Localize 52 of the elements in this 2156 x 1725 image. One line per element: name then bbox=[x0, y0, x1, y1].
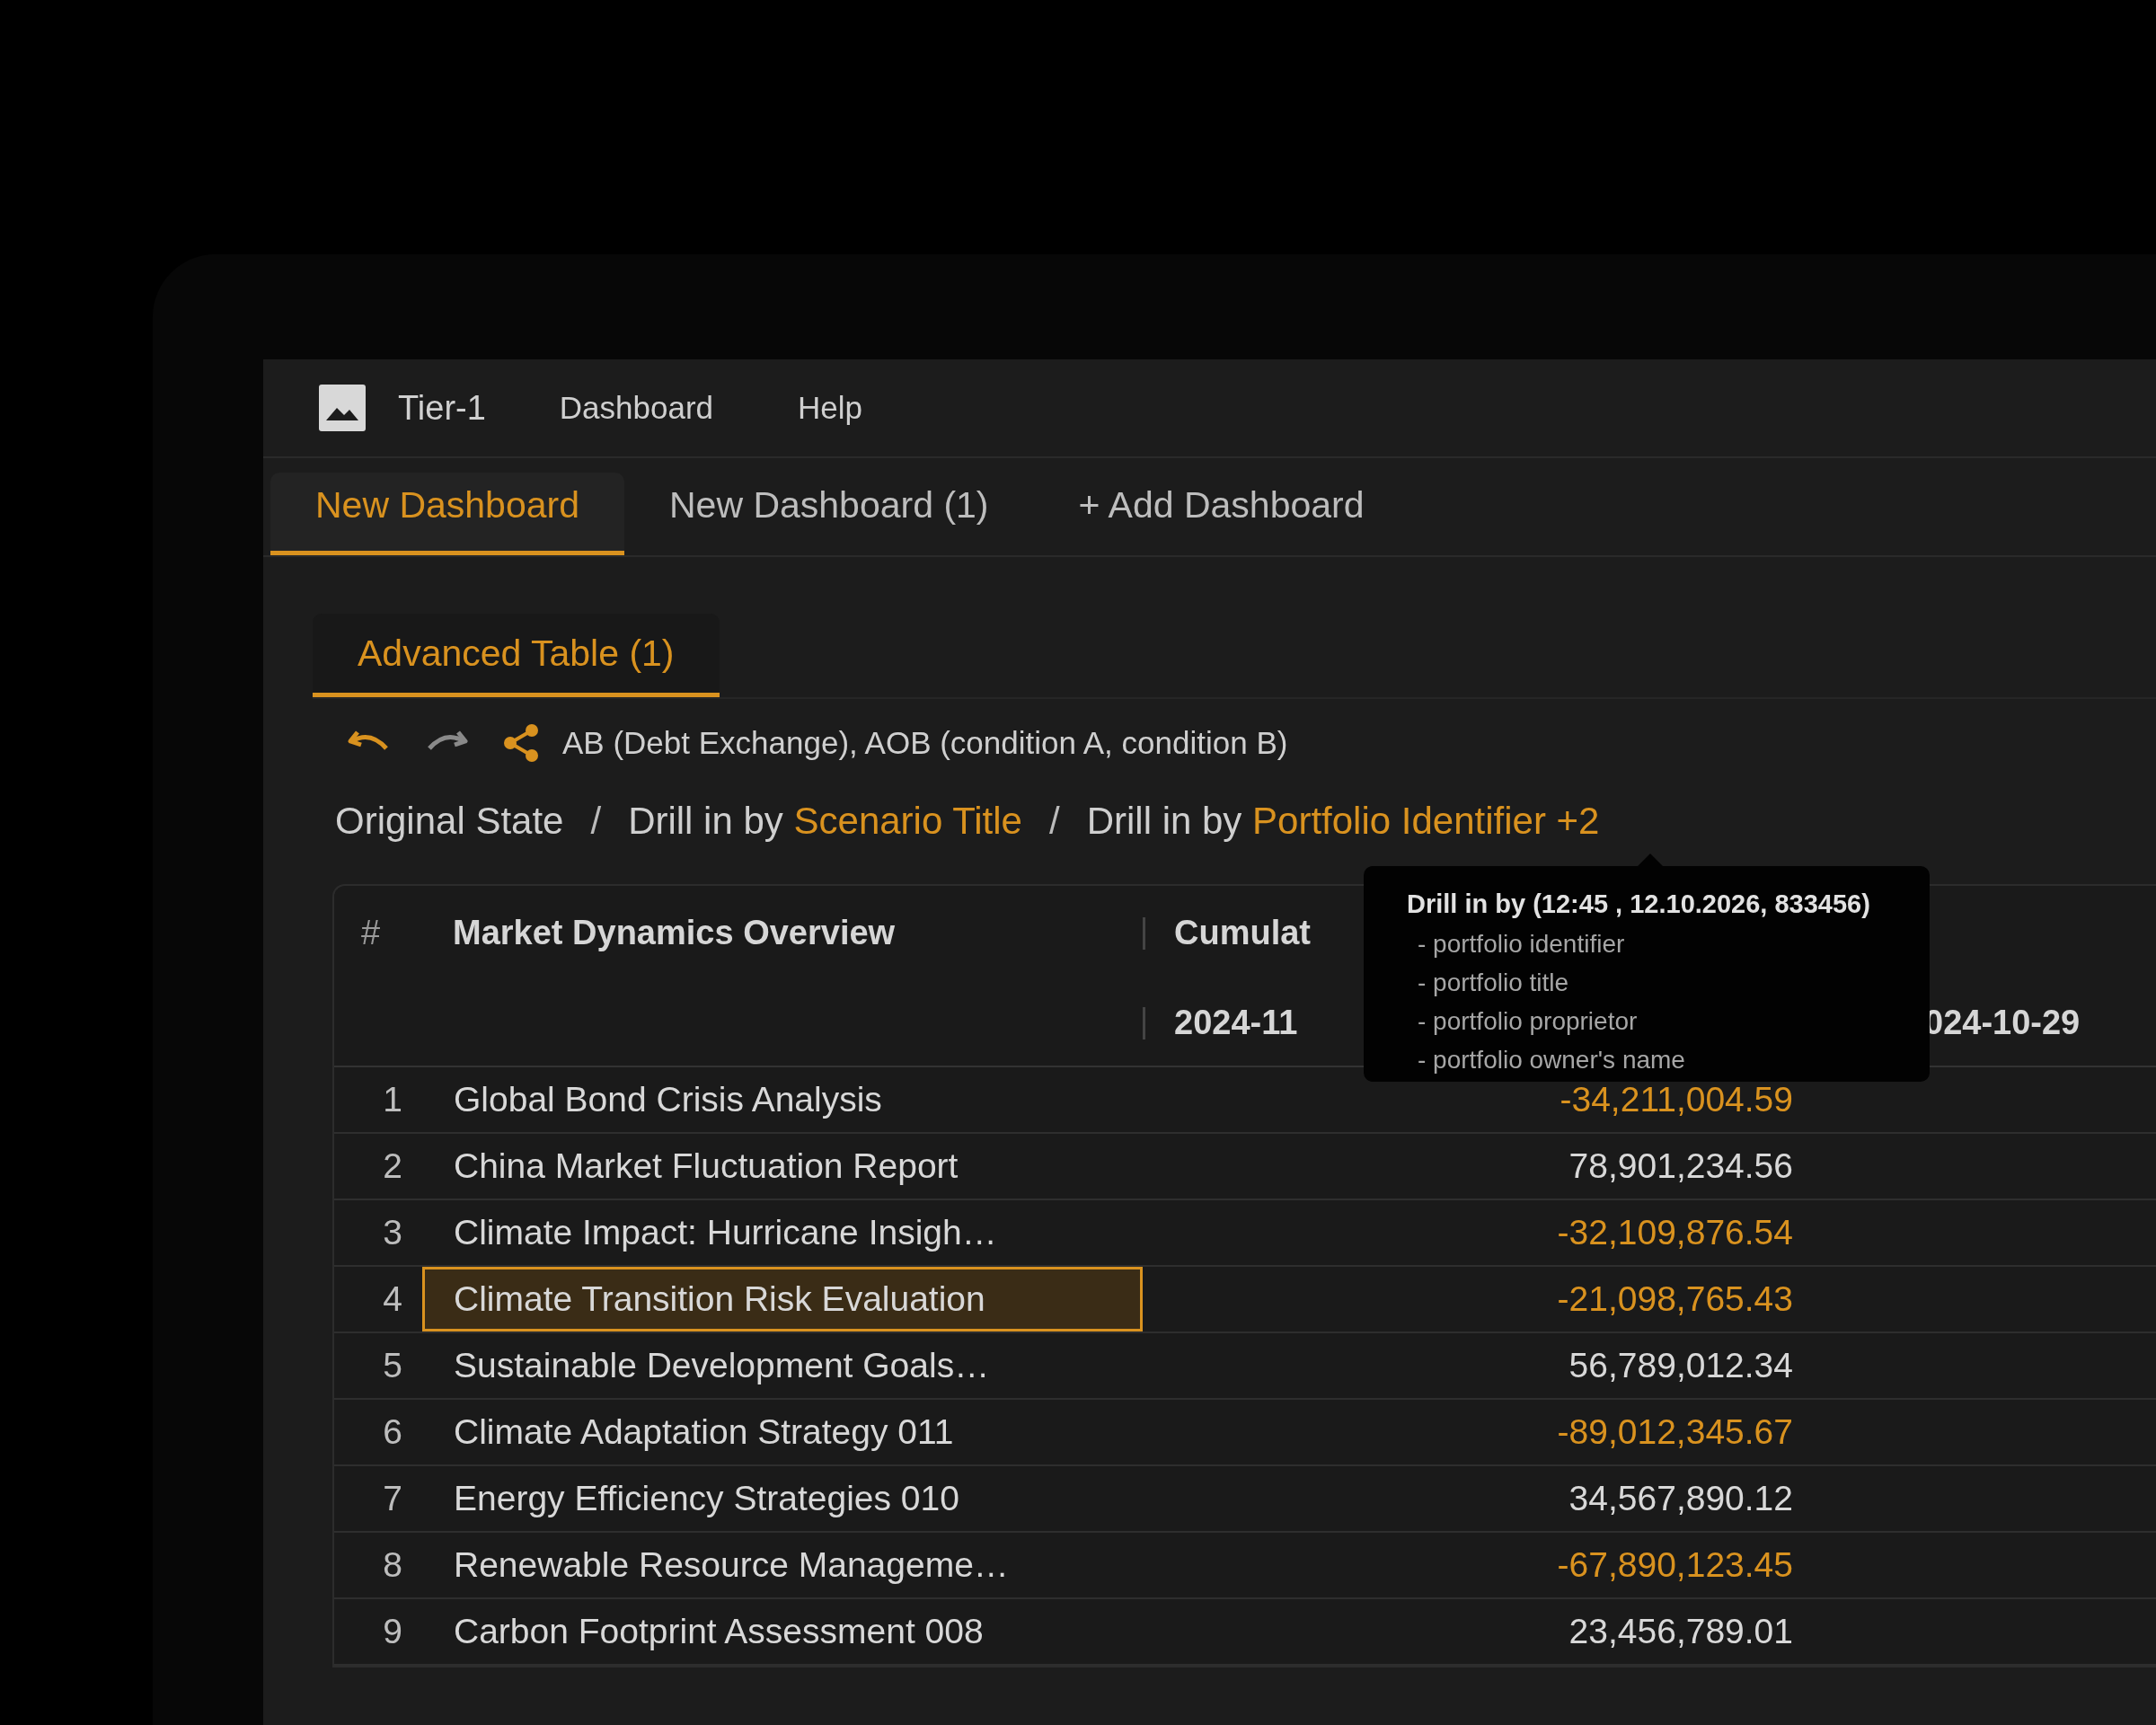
table-cell[interactable]: Carbon Footprint Assessment 008 bbox=[422, 1599, 1143, 1664]
share-icon[interactable] bbox=[501, 723, 541, 763]
table-cell[interactable]: China Market Fluctuation Report bbox=[422, 1134, 1143, 1199]
table-cell-text: -34,211,004.59 bbox=[1559, 1080, 1794, 1119]
column-header: # bbox=[360, 914, 382, 952]
table-cell-text: -32,109,876.54 bbox=[1556, 1213, 1794, 1252]
row-number: 3 bbox=[382, 1213, 403, 1252]
row-number: 6 bbox=[382, 1412, 403, 1452]
breadcrumb-item[interactable]: Original State bbox=[335, 800, 564, 843]
breadcrumb-separator: / bbox=[590, 800, 602, 843]
dashboard-tab[interactable]: New Dashboard (1) bbox=[624, 473, 1034, 555]
table-cell[interactable]: Sustainable Development Goals… bbox=[422, 1333, 1143, 1398]
table-cell[interactable]: Renewable Resource Manageme… bbox=[422, 1533, 1143, 1597]
row-number: 9 bbox=[382, 1612, 403, 1651]
table-cell-text: 34,567,890.12 bbox=[1568, 1479, 1794, 1518]
menu-item[interactable]: Help bbox=[798, 390, 863, 426]
dashboard-tab[interactable]: + Add Dashboard bbox=[1033, 473, 1409, 555]
app-name: Tier-1 bbox=[398, 388, 486, 428]
row-number: 5 bbox=[382, 1346, 403, 1385]
tooltip-item: - portfolio identifier bbox=[1417, 929, 1626, 960]
table-cell[interactable]: Climate Impact: Hurricane Insigh… bbox=[422, 1200, 1143, 1265]
breadcrumb-item[interactable]: Drill in by Portfolio Identifier +2 bbox=[1086, 800, 1600, 843]
table-cell-text: -67,890,123.45 bbox=[1556, 1545, 1794, 1585]
tooltip-item: - portfolio owner's name bbox=[1417, 1045, 1686, 1075]
row-number: 4 bbox=[382, 1279, 403, 1319]
filter-summary: AB (Debt Exchange), AOB (condition A, condition B) bbox=[562, 725, 1288, 761]
menu-item[interactable]: Dashboard bbox=[559, 390, 714, 426]
row-number: 1 bbox=[382, 1080, 403, 1119]
column-header: Cumulat bbox=[1174, 914, 1311, 952]
table-cell[interactable]: Global Bond Crisis Analysis bbox=[422, 1067, 1143, 1132]
table-cell[interactable]: Energy Efficiency Strategies 010 bbox=[422, 1466, 1143, 1531]
tooltip-item: - portfolio title bbox=[1417, 968, 1570, 998]
tooltip-item: - portfolio proprietor bbox=[1417, 1006, 1639, 1037]
table-cell-text: -89,012,345.67 bbox=[1556, 1412, 1794, 1452]
tooltip-title: Drill in by (12:45 , 12.10.2026, 833456) bbox=[1407, 889, 1871, 919]
row-number: 7 bbox=[382, 1479, 403, 1518]
column-header: Market Dynamics Overview bbox=[452, 914, 897, 952]
table-cell-text: 56,789,012.34 bbox=[1568, 1346, 1794, 1385]
table-cell-text: 78,901,234.56 bbox=[1568, 1146, 1794, 1186]
table-cell[interactable]: Climate Adaptation Strategy 011 bbox=[422, 1400, 1143, 1464]
column-header: 024-10-29 bbox=[1924, 1004, 2081, 1042]
table-cell[interactable]: Climate Transition Risk Evaluation bbox=[422, 1267, 1143, 1331]
image-icon bbox=[319, 385, 366, 431]
row-number: 2 bbox=[382, 1146, 403, 1186]
table-cell-text: -21,098,765.43 bbox=[1556, 1279, 1794, 1319]
breadcrumb-separator: / bbox=[1049, 800, 1060, 843]
dashboard-tab[interactable]: New Dashboard bbox=[270, 473, 624, 555]
widget-tab[interactable]: Advanced Table (1) bbox=[313, 614, 720, 697]
table-cell-text: 23,456,789.01 bbox=[1568, 1612, 1794, 1651]
breadcrumb-item[interactable]: Drill in by Scenario Title bbox=[628, 800, 1022, 843]
row-number: 8 bbox=[382, 1545, 403, 1585]
column-header: 2024-11 bbox=[1174, 1004, 1298, 1042]
